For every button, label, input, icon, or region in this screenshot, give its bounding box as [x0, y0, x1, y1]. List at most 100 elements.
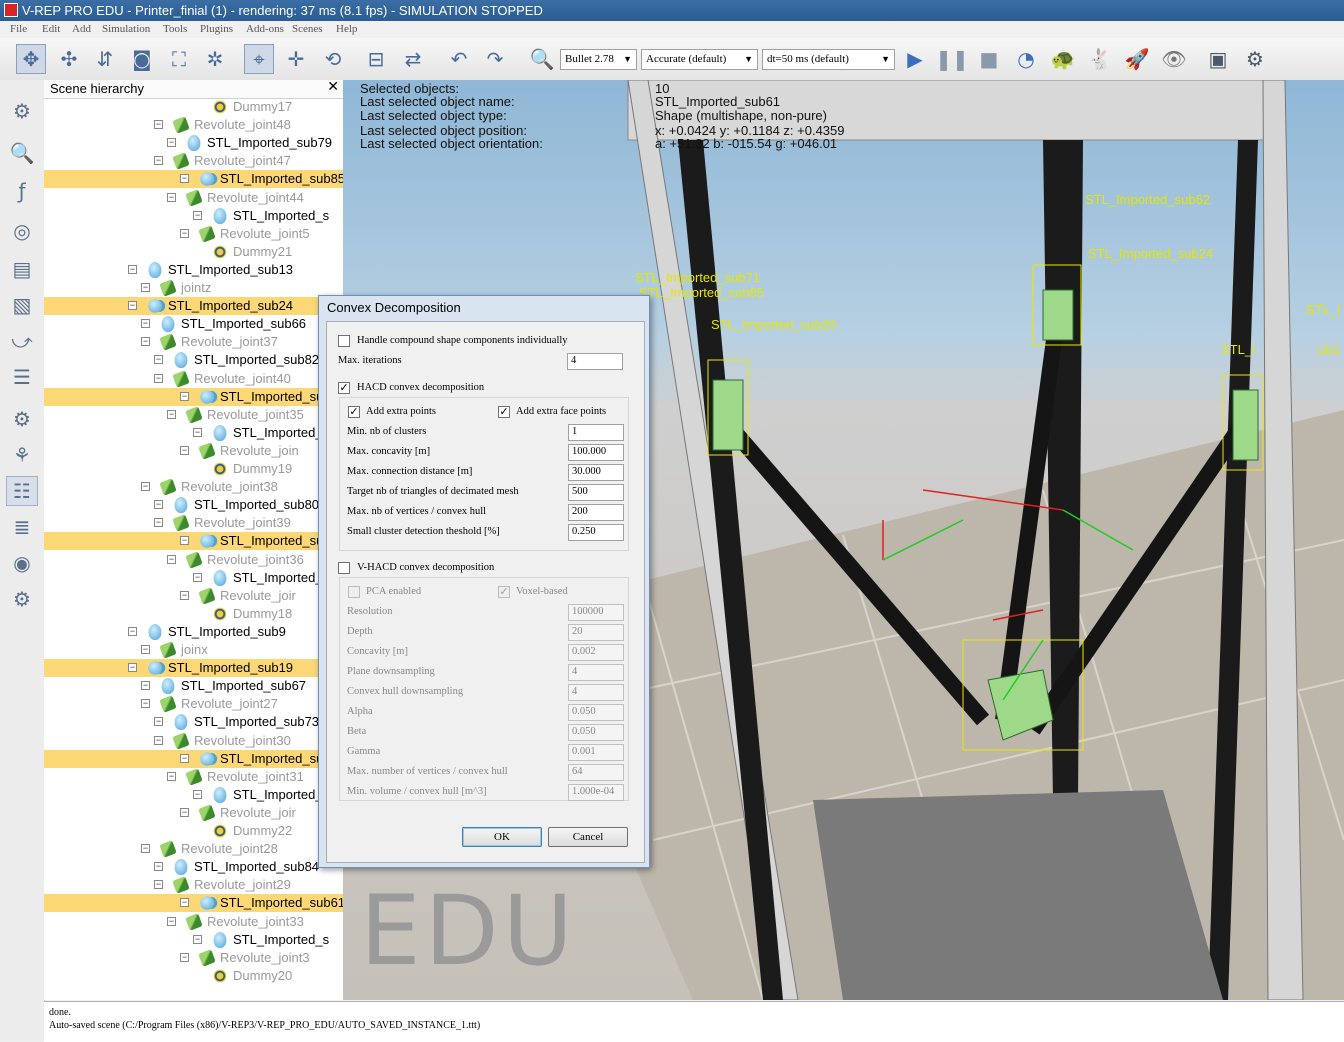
max-concavity-input[interactable]: 100.000 — [568, 444, 624, 461]
collapse-toggle-icon[interactable]: − — [193, 934, 202, 944]
max-connection-distance-input[interactable]: 30.000 — [568, 464, 624, 481]
camera-angle-icon[interactable]: ◙ — [127, 44, 157, 74]
tree-row[interactable]: Dummy18 — [44, 605, 343, 623]
visualization-toggle-icon[interactable]: 👁 — [1159, 44, 1189, 74]
page-selector-icon[interactable]: ⚙ — [1240, 44, 1270, 74]
redo-icon[interactable]: ↷ — [480, 44, 510, 74]
collapse-toggle-icon[interactable]: − — [154, 518, 163, 528]
selection-icon[interactable]: 🔍 — [6, 138, 38, 168]
tree-row[interactable]: − STL_Imported_s — [44, 207, 343, 225]
collapse-toggle-icon[interactable]: − — [180, 174, 189, 184]
tree-row[interactable]: − STL_Imported_s — [44, 931, 343, 949]
user-settings-gear-icon[interactable]: ⚙ — [6, 584, 38, 614]
collapse-toggle-icon[interactable]: − — [154, 717, 163, 727]
collapse-toggle-icon[interactable]: − — [193, 427, 202, 437]
target-triangles-input[interactable]: 500 — [568, 484, 624, 501]
scripts-icon[interactable]: ▤ — [6, 254, 38, 284]
tree-row[interactable]: − STL_Imported_sub67 — [44, 677, 343, 695]
resolution-input[interactable]: 100000 — [568, 604, 624, 621]
fit-to-view-icon[interactable]: ⛶ — [164, 44, 194, 74]
pca-enabled-checkbox[interactable] — [348, 586, 360, 598]
collapse-toggle-icon[interactable]: − — [128, 301, 137, 311]
collapse-toggle-icon[interactable]: − — [180, 536, 189, 546]
tree-row[interactable]: − STL_Imported_sub19 — [44, 659, 343, 678]
plane-downsampling-input[interactable]: 4 — [568, 664, 624, 681]
tree-row[interactable]: − STL_Imported_s — [44, 786, 343, 804]
tree-row[interactable]: − STL_Imported_sub13 — [44, 261, 343, 279]
menu-add[interactable]: Add — [72, 23, 91, 35]
realtime-mode-icon[interactable]: ◔ — [1011, 44, 1041, 74]
simulation-settings-icon[interactable]: ⚙ — [6, 96, 38, 126]
menu-tools[interactable]: Tools — [163, 23, 187, 35]
collections-icon[interactable]: ◎ — [6, 216, 38, 246]
threaded-rendering-icon[interactable]: 🚀 — [1122, 44, 1152, 74]
collapse-toggle-icon[interactable]: − — [141, 681, 150, 691]
tree-row[interactable]: − STL_Imported_s — [44, 424, 343, 442]
tree-row[interactable]: − STL_Imported_sub73 — [44, 713, 343, 731]
tree-row[interactable]: Dummy19 — [44, 460, 343, 478]
vhacd-checkbox[interactable] — [338, 562, 350, 574]
add-extra-points-checkbox[interactable]: ✓ — [348, 406, 360, 418]
collapse-toggle-icon[interactable]: − — [180, 590, 189, 600]
camera-pan-icon[interactable]: ✥ — [16, 44, 46, 74]
min-clusters-input[interactable]: 1 — [568, 424, 624, 441]
max-iterations-input[interactable]: 4 — [567, 353, 623, 370]
tree-row[interactable]: − STL_Imported_sub24 — [44, 297, 343, 316]
tree-row[interactable]: − Revolute_joint35 — [44, 405, 343, 424]
shape-edit-icon[interactable]: ▧ — [6, 290, 38, 320]
collapse-toggle-icon[interactable]: − — [167, 771, 176, 781]
tree-row[interactable]: − STL_Imported_sub61 — [44, 894, 343, 913]
tree-row[interactable]: − STL_Imported_sub6 — [44, 387, 343, 406]
tree-row[interactable]: − STL_Imported_sub66 — [44, 315, 343, 333]
scene-switch-icon[interactable]: ▣ — [1203, 44, 1233, 74]
collapse-toggle-icon[interactable]: − — [141, 337, 150, 347]
accuracy-select[interactable]: Accurate (default) ▼ — [641, 49, 758, 70]
ok-button[interactable]: OK — [462, 827, 542, 847]
max-vertices-vhacd-input[interactable]: 64 — [568, 764, 624, 781]
tree-row[interactable]: − Revolute_joint48 — [44, 116, 343, 134]
tree-row[interactable]: − Revolute_joint3 — [44, 948, 343, 967]
collapse-toggle-icon[interactable]: − — [128, 626, 137, 636]
slower-icon[interactable]: 🐢 — [1048, 44, 1078, 74]
tree-row[interactable]: − Revolute_joint31 — [44, 767, 343, 786]
collapse-toggle-icon[interactable]: − — [141, 283, 150, 292]
collapse-toggle-icon[interactable]: − — [167, 409, 176, 419]
tree-row[interactable]: − Revolute_join — [44, 442, 343, 460]
collapse-toggle-icon[interactable]: − — [180, 952, 189, 962]
tree-row[interactable]: − Revolute_joint37 — [44, 333, 343, 352]
physics-engine-select[interactable]: Bullet 2.78 ▼ — [560, 49, 637, 70]
collapse-toggle-icon[interactable]: − — [180, 391, 189, 401]
camera-shift-icon[interactable]: ⇵ — [90, 44, 120, 74]
tree-row[interactable]: Dummy20 — [44, 967, 343, 985]
tree-row[interactable]: − Revolute_joint44 — [44, 188, 343, 207]
collapse-toggle-icon[interactable]: − — [141, 844, 150, 854]
tree-row[interactable]: Dummy17 — [44, 98, 343, 116]
tree-row[interactable]: − STL_Imported_sub84 — [44, 858, 343, 876]
object-rotate-icon[interactable]: ⟲ — [318, 44, 348, 74]
collapse-toggle-icon[interactable]: − — [180, 807, 189, 817]
collapse-toggle-icon[interactable]: − — [180, 228, 189, 238]
collapse-toggle-icon[interactable]: − — [193, 789, 202, 799]
collapse-toggle-icon[interactable]: − — [154, 880, 163, 890]
tree-row[interactable]: − STL_Imported_sub5 — [44, 749, 343, 768]
collapse-toggle-icon[interactable]: − — [128, 264, 137, 274]
tree-row[interactable]: − Revolute_joint28 — [44, 840, 343, 858]
tree-row[interactable]: − Revolute_joint47 — [44, 152, 343, 171]
collapse-toggle-icon[interactable]: − — [154, 500, 163, 510]
video-recorder-icon[interactable]: ◉ — [6, 548, 38, 578]
tree-row[interactable]: − STL_Imported_sub8 — [44, 532, 343, 551]
add-extra-face-points-checkbox[interactable]: ✓ — [498, 406, 510, 418]
timestep-select[interactable]: dt=50 ms (default) ▼ — [762, 49, 895, 70]
tree-row[interactable]: − STL_Imported_sub85 — [44, 170, 343, 189]
scene-hierarchy-icon[interactable]: ☷ — [6, 476, 38, 506]
stop-simulation-icon[interactable]: ■ — [974, 44, 1004, 74]
min-volume-input[interactable]: 1.000e-04 — [568, 784, 624, 801]
collapse-toggle-icon[interactable]: − — [141, 645, 150, 654]
tree-row[interactable]: − Revolute_joint5 — [44, 224, 343, 243]
collapse-toggle-icon[interactable]: − — [154, 120, 163, 130]
tree-row[interactable]: − STL_Imported_sub79 — [44, 134, 343, 152]
start-simulation-icon[interactable]: ▶ — [900, 44, 930, 74]
collapse-toggle-icon[interactable]: − — [167, 916, 176, 926]
collapse-toggle-icon[interactable]: − — [141, 482, 150, 492]
menu-simulation[interactable]: Simulation — [102, 23, 150, 35]
